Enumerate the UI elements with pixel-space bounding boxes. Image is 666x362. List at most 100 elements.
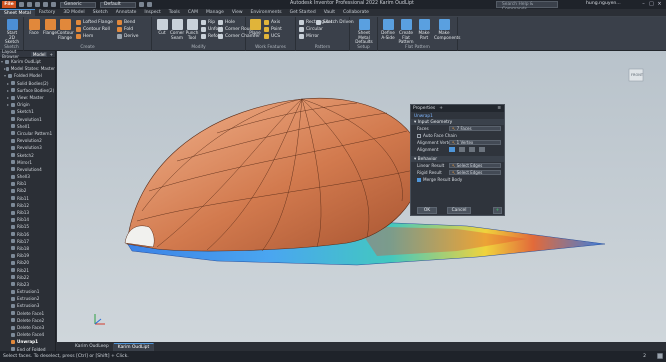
- search-input[interactable]: Search Help & Commands...: [496, 1, 558, 12]
- menu-icon[interactable]: ≡: [497, 106, 501, 111]
- fx-icon[interactable]: [139, 2, 144, 7]
- tree-item[interactable]: Rib19: [0, 252, 55, 259]
- tree-item[interactable]: Rib14: [0, 216, 55, 223]
- ok-button[interactable]: OK: [417, 207, 437, 214]
- tree-item[interactable]: ▸ View: Master: [0, 94, 55, 101]
- tree-item[interactable]: Rib20: [0, 259, 55, 266]
- tree-item[interactable]: Revolution4: [0, 166, 55, 173]
- align-option-2-icon[interactable]: [459, 147, 465, 152]
- cancel-button[interactable]: Cancel: [447, 207, 471, 214]
- sheet-metal-defaults-button[interactable]: Sheet Metal Defaults: [355, 19, 373, 45]
- notification-icon[interactable]: [657, 353, 663, 359]
- model-canvas[interactable]: FRONT: [57, 51, 666, 342]
- linear-result-field[interactable]: ↖ Select Edges: [449, 163, 501, 168]
- save-icon[interactable]: [35, 2, 40, 7]
- doc-tab-karim-oudleep[interactable]: Karim OudLeep: [71, 342, 114, 351]
- tab-factory[interactable]: Factory: [35, 9, 59, 16]
- view-cube[interactable]: FRONT: [628, 68, 644, 82]
- tree-item[interactable]: Circular Pattern1: [0, 130, 55, 137]
- tree-item[interactable]: Delete Face4: [0, 331, 55, 338]
- corner-seam-button[interactable]: Corner Seam: [169, 19, 185, 40]
- open-icon[interactable]: [27, 2, 32, 7]
- rip-button[interactable]: Rip: [201, 19, 215, 25]
- tab-sheet-metal[interactable]: Sheet Metal: [0, 9, 35, 16]
- tab-cam[interactable]: CAM: [184, 9, 202, 16]
- lofted-flange-button[interactable]: Lofted Flange: [76, 19, 113, 25]
- align-option-3-icon[interactable]: [469, 147, 475, 152]
- tree-item[interactable]: Revolution1: [0, 116, 55, 123]
- tree-item[interactable]: Rib12: [0, 202, 55, 209]
- create-flat-pattern-button[interactable]: Create Flat Pattern: [398, 19, 414, 45]
- tree-item[interactable]: Revolution2: [0, 137, 55, 144]
- tab-view[interactable]: View: [228, 9, 247, 16]
- layout-browser-tab[interactable]: Layout Browser: [0, 49, 31, 59]
- make-components-button[interactable]: Make Components: [434, 19, 461, 40]
- tree-item[interactable]: Rib21: [0, 266, 55, 273]
- fold-button[interactable]: Fold: [117, 26, 133, 32]
- auto-face-chain-checkbox[interactable]: [417, 133, 421, 138]
- tree-item[interactable]: Rib11: [0, 195, 55, 202]
- tree-item[interactable]: ▸ Model States: Master: [0, 65, 55, 72]
- hem-button[interactable]: Hem: [76, 33, 93, 39]
- tree-item[interactable]: Rib22: [0, 274, 55, 281]
- merge-result-checkbox[interactable]: [417, 177, 421, 182]
- customize-icon[interactable]: [147, 2, 152, 7]
- tab-manage[interactable]: Manage: [202, 9, 228, 16]
- axis-button[interactable]: Axis: [264, 19, 280, 25]
- point-button[interactable]: Point: [264, 26, 282, 32]
- add-tab-button[interactable]: +: [47, 52, 55, 57]
- tab-collaborate[interactable]: Collaborate: [339, 9, 373, 16]
- tree-item[interactable]: Shell1: [0, 123, 55, 130]
- tree-item[interactable]: ▾ Karim OudLipt: [0, 58, 55, 65]
- material-select[interactable]: Generic: [60, 1, 96, 8]
- tree-item[interactable]: Rib1: [0, 180, 55, 187]
- tree-item[interactable]: Rib2: [0, 187, 55, 194]
- hole-button[interactable]: Hole: [218, 19, 235, 25]
- tree-item[interactable]: Sketch1: [0, 108, 55, 115]
- tree-item[interactable]: Unwrap1: [0, 338, 55, 345]
- tree-item[interactable]: Delete Face2: [0, 317, 55, 324]
- user-account[interactable]: hung.nguyen...: [586, 1, 621, 6]
- doc-tab-karim-oudlipt[interactable]: Karim OudLipt: [113, 342, 155, 351]
- graphics-viewport[interactable]: FRONT: [57, 51, 666, 342]
- tab-inspect[interactable]: Inspect: [140, 9, 164, 16]
- new-icon[interactable]: [19, 2, 24, 7]
- add-panel-tab[interactable]: +: [439, 106, 443, 111]
- tree-item[interactable]: Extrusion1: [0, 288, 55, 295]
- bend-button[interactable]: Bend: [117, 19, 135, 25]
- properties-tab[interactable]: Properties: [413, 106, 435, 111]
- tree-item[interactable]: Extrusion2: [0, 295, 55, 302]
- contour-flange-button[interactable]: Contour Flange: [57, 19, 74, 40]
- define-a-side-button[interactable]: Define A-Side: [380, 19, 396, 40]
- tree-item[interactable]: Shell3: [0, 173, 55, 180]
- alignment-vertex-field[interactable]: ↖ 1 Vertex: [449, 140, 501, 145]
- tree-item[interactable]: ▸ Solid Bodies(2): [0, 80, 55, 87]
- tab-get-started[interactable]: Get Started: [286, 9, 320, 16]
- align-option-4-icon[interactable]: [479, 147, 485, 152]
- tree-item[interactable]: Rib15: [0, 223, 55, 230]
- tree-item[interactable]: Extrusion3: [0, 302, 55, 309]
- tab-vault[interactable]: Vault: [320, 9, 339, 16]
- start-sketch-button[interactable]: Start 2D Sketch: [4, 19, 20, 45]
- tree-item[interactable]: Rib23: [0, 281, 55, 288]
- make-part-button[interactable]: Make Part: [416, 19, 432, 40]
- close-icon[interactable]: ×: [656, 1, 663, 7]
- auto-face-chain-row[interactable]: Auto Face Chain: [411, 132, 504, 139]
- tree-item[interactable]: Mirror1: [0, 159, 55, 166]
- tree-item[interactable]: Delete Face1: [0, 310, 55, 317]
- tree-item[interactable]: ▸ Origin: [0, 101, 55, 108]
- tree-item[interactable]: Rib18: [0, 245, 55, 252]
- redo-icon[interactable]: [51, 2, 56, 7]
- plane-button[interactable]: Plane: [247, 19, 263, 36]
- tree-item[interactable]: Revolution3: [0, 144, 55, 151]
- sketch-driven-button[interactable]: Sketch Driven: [316, 19, 354, 25]
- tree-item[interactable]: Delete Face3: [0, 324, 55, 331]
- model-tab[interactable]: Model: [30, 51, 48, 57]
- align-option-1-icon[interactable]: [449, 147, 455, 152]
- face-button[interactable]: Face: [26, 19, 42, 36]
- tab-3d-model[interactable]: 3D Model: [59, 9, 88, 16]
- punch-tool-button[interactable]: Punch Tool: [184, 19, 200, 40]
- rigid-result-field[interactable]: ↖ Select Edges: [449, 170, 501, 175]
- mirror-button[interactable]: Mirror: [299, 33, 319, 39]
- derive-button[interactable]: Derive: [117, 33, 138, 39]
